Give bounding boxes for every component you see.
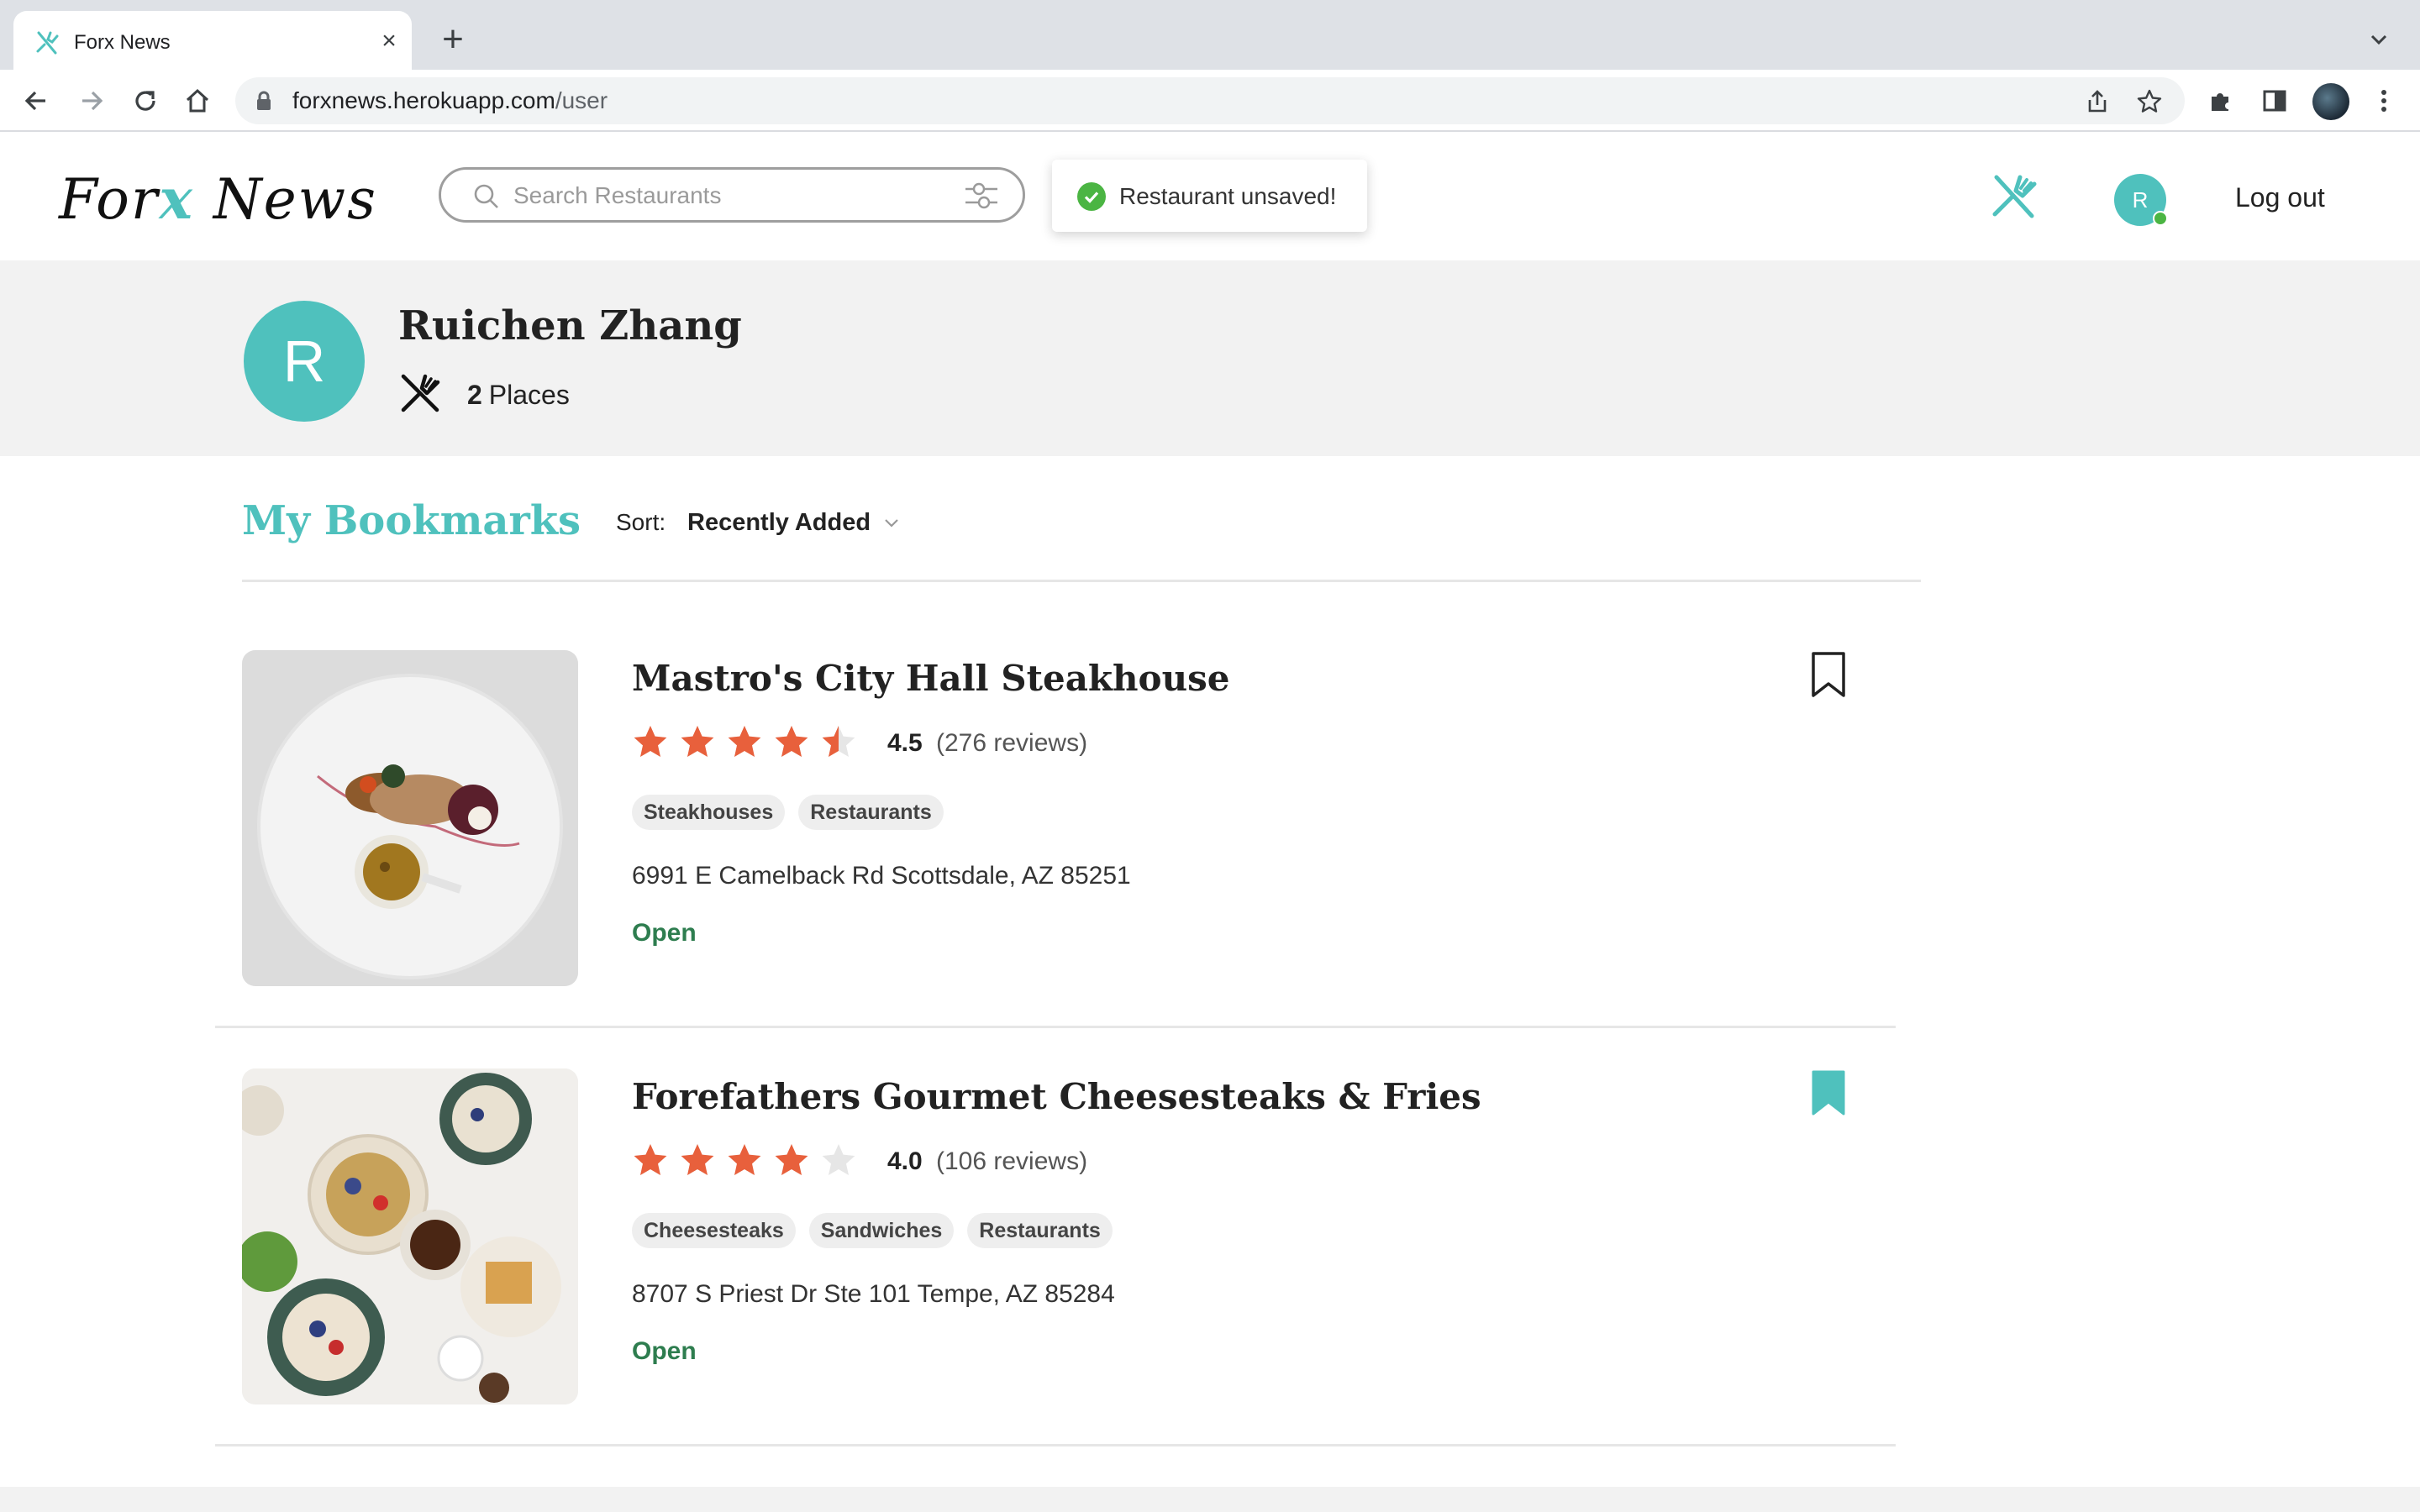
browser-tab[interactable]: Forx News × [13,11,412,70]
star-icon [822,726,855,757]
search-icon [474,184,498,208]
address-bar[interactable]: forxnews.herokuapp.com/user [235,77,2185,124]
category-tag[interactable]: Restaurants [967,1213,1113,1248]
toast-message: Restaurant unsaved! [1119,183,1337,209]
new-tab-icon[interactable]: + [435,21,471,59]
chevron-down-icon[interactable] [882,514,901,533]
kebab-menu-icon[interactable] [2368,85,2400,117]
fork-knife-icon [401,374,440,412]
restaurant-address: 6991 E Camelback Rd Scottsdale, AZ 85251 [632,862,1131,890]
category-tags: Cheesesteaks Sandwiches Restaurants [632,1213,1126,1248]
extensions-puzzle-icon[interactable] [2205,85,2237,117]
restaurant-photo-brunch-table[interactable] [242,1068,578,1404]
star-icon [634,726,667,757]
search-bar[interactable] [439,167,1025,223]
restaurant-name[interactable]: Mastro's City Hall Steakhouse [632,655,1229,702]
star-icon [775,1144,808,1175]
star-icon [634,1144,667,1175]
category-tag[interactable]: Steakhouses [632,795,786,830]
star-icon [681,726,714,757]
star-icon [822,1144,855,1175]
back-arrow-icon[interactable] [20,85,52,117]
restaurants-forks-icon[interactable] [1990,172,2039,221]
profile-name: Ruichen Zhang [398,302,742,349]
reload-icon[interactable] [129,85,161,117]
category-tag[interactable]: Restaurants [798,795,944,830]
url-host: forxnews.herokuapp.com [292,87,555,113]
url-path: /user [555,87,608,113]
card-divider [215,1026,1896,1028]
bookmark-filled-icon[interactable] [1808,1068,1849,1119]
places-count: 2 Places [467,378,570,412]
rating-value: 4.0 [887,1147,923,1175]
url-text[interactable]: forxnews.herokuapp.com/user [292,87,608,114]
side-panel-icon[interactable] [2259,85,2291,117]
my-bookmarks-title: My Bookmarks [242,497,581,544]
star-icon [775,726,808,757]
logo-prefix: For [59,167,160,232]
forx-news-logo[interactable]: Forx News [59,165,377,234]
sort-label: Sort: [616,509,666,535]
browser-profile-avatar[interactable] [2312,83,2349,120]
browser-tab-strip: Forx News × + [0,0,2420,70]
star-icon [728,726,761,757]
section-divider [242,580,1921,582]
places-number: 2 [467,380,482,410]
open-status: Open [632,919,697,947]
open-status: Open [632,1337,697,1365]
logo-x: x [159,166,194,232]
profile-banner: R Ruichen Zhang 2 Places [0,260,2420,456]
tab-search-chevron-icon[interactable] [2366,27,2391,52]
lock-icon[interactable] [255,91,272,111]
category-tag[interactable]: Cheesesteaks [632,1213,796,1248]
review-count: (106 reviews) [936,1147,1088,1175]
bookmark-outline-icon[interactable] [1808,650,1849,701]
category-tag[interactable]: Sandwiches [808,1213,955,1248]
bookmark-star-icon[interactable] [2136,88,2163,115]
bookmark-card[interactable]: Mastro's City Hall Steakhouse 4.5 (276 r… [215,650,1896,1028]
profile-avatar: R [244,301,365,422]
places-label: Places [488,380,570,410]
filter-sliders-icon[interactable] [964,181,999,210]
bookmark-card[interactable]: Forefathers Gourmet Cheesesteaks & Fries… [215,1068,1896,1446]
app-header: Forx News Restaurant unsaved! R Log out [0,132,2420,260]
forks-favicon-icon [36,31,59,55]
card-divider [215,1444,1896,1446]
footer-strip [0,1487,2420,1512]
logo-suffix: News [193,167,377,232]
restaurant-address: 8707 S Priest Dr Ste 101 Tempe, AZ 85284 [632,1280,1115,1308]
restaurant-photo-steak-plate[interactable] [242,650,578,986]
browser-toolbar: forxnews.herokuapp.com/user [0,70,2420,132]
tab-close-icon[interactable]: × [376,29,402,55]
success-check-icon [1077,182,1106,211]
online-status-dot [2153,211,2168,226]
restaurant-name[interactable]: Forefathers Gourmet Cheesesteaks & Fries [632,1074,1481,1121]
tab-title: Forx News [74,31,171,54]
logout-button[interactable]: Log out [2235,181,2325,214]
search-input[interactable] [513,181,934,211]
home-icon[interactable] [182,85,213,117]
review-count: (276 reviews) [936,729,1088,757]
forward-arrow-icon[interactable] [76,85,108,117]
category-tags: Steakhouses Restaurants [632,795,957,830]
sort-dropdown[interactable]: Recently Added [687,507,871,538]
share-icon[interactable] [2084,88,2111,115]
rating-value: 4.5 [887,729,923,757]
star-icon [681,1144,714,1175]
toast-notification: Restaurant unsaved! [1052,160,1367,232]
star-icon [728,1144,761,1175]
